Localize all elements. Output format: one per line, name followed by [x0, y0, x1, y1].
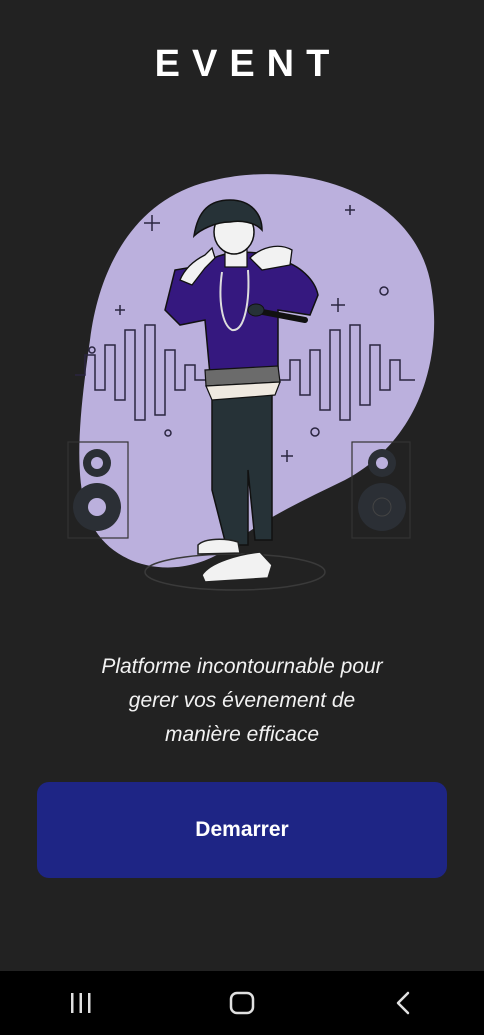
home-icon — [229, 991, 255, 1015]
tagline: Platforme incontournable pour gerer vos … — [50, 650, 434, 752]
rapper-illustration — [67, 174, 435, 591]
home-button[interactable] — [212, 979, 272, 1027]
system-navigation-bar — [0, 971, 484, 1035]
tagline-line-3: manière efficace — [164, 723, 320, 746]
tagline-line-2: gerer vos évenement de — [128, 689, 356, 712]
app-title: EVENT — [154, 43, 342, 85]
back-button[interactable] — [373, 979, 433, 1027]
back-icon — [397, 991, 410, 1015]
start-button[interactable]: Demarrer — [37, 782, 447, 878]
recent-apps-icon — [70, 993, 91, 1013]
recent-apps-button[interactable] — [51, 979, 111, 1027]
tagline-line-1: Platforme incontournable pour — [101, 655, 383, 678]
